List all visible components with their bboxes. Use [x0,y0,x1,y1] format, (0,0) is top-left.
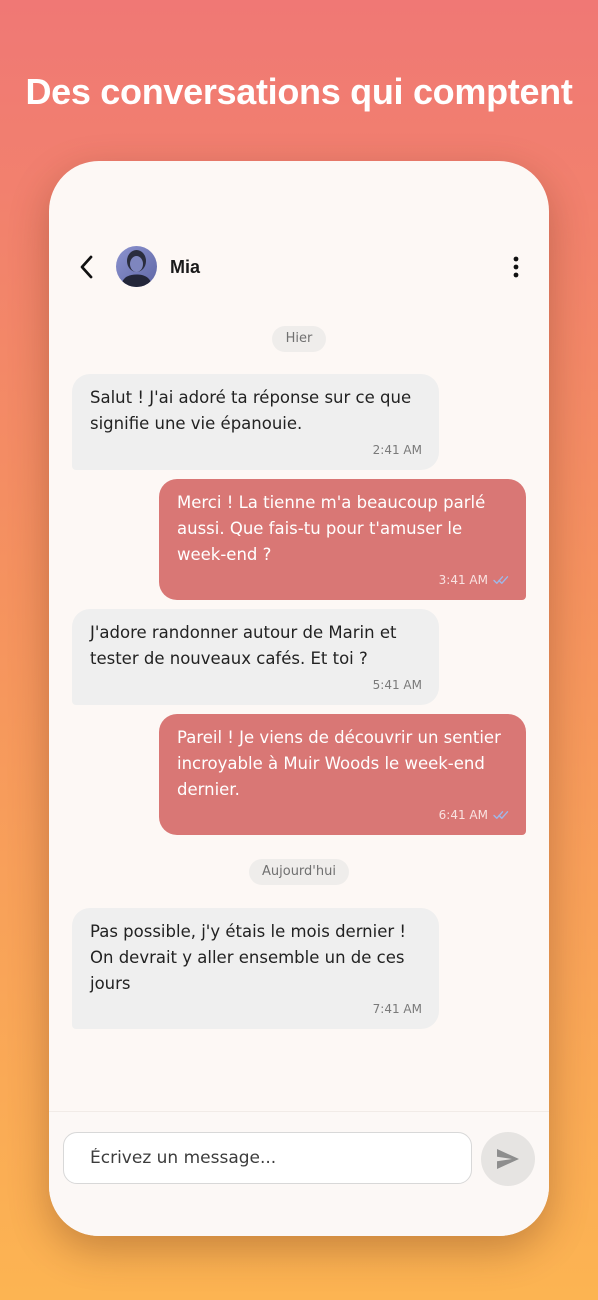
more-vertical-icon [513,256,519,278]
chat-header: Mia [49,239,549,295]
message-time: 7:41 AM [372,1002,422,1016]
message-bubble-incoming[interactable]: Salut ! J'ai adoré ta réponse sur ce que… [72,374,439,470]
message-text: Salut ! J'ai adoré ta réponse sur ce que… [90,388,412,433]
message-text: Merci ! La tienne m'a beaucoup parlé aus… [177,493,486,564]
double-check-icon [493,576,509,584]
message-text: Pareil ! Je viens de découvrir un sentie… [177,728,501,799]
message-bubble-incoming[interactable]: J'adore randonner autour de Marin et tes… [72,609,439,705]
phone-screen: Mia Hier Salut ! J'ai adoré ta réponse s… [49,161,549,1236]
date-separator: Hier [272,326,326,352]
message-text: J'adore randonner autour de Marin et tes… [90,623,397,668]
message-composer [49,1111,549,1236]
message-time: 2:41 AM [372,443,422,457]
message-input[interactable] [63,1132,472,1184]
message-bubble-outgoing[interactable]: Pareil ! Je viens de découvrir un sentie… [159,714,526,835]
back-button[interactable] [71,251,103,283]
message-bubble-outgoing[interactable]: Merci ! La tienne m'a beaucoup parlé aus… [159,479,526,600]
avatar[interactable] [116,246,157,287]
date-separator: Aujourd'hui [249,859,349,885]
message-text: Pas possible, j'y étais le mois dernier … [90,922,407,993]
more-options-button[interactable] [504,251,528,283]
promo-headline: Des conversations qui comptent [25,71,573,112]
message-time: 5:41 AM [372,678,422,692]
chevron-left-icon [80,255,93,279]
message-time: 3:41 AM [438,573,488,587]
contact-name: Mia [170,257,201,277]
send-button[interactable] [481,1132,535,1186]
send-icon [497,1149,519,1169]
double-check-icon [493,811,509,819]
message-time: 6:41 AM [438,808,488,822]
message-bubble-incoming[interactable]: Pas possible, j'y étais le mois dernier … [72,908,439,1029]
